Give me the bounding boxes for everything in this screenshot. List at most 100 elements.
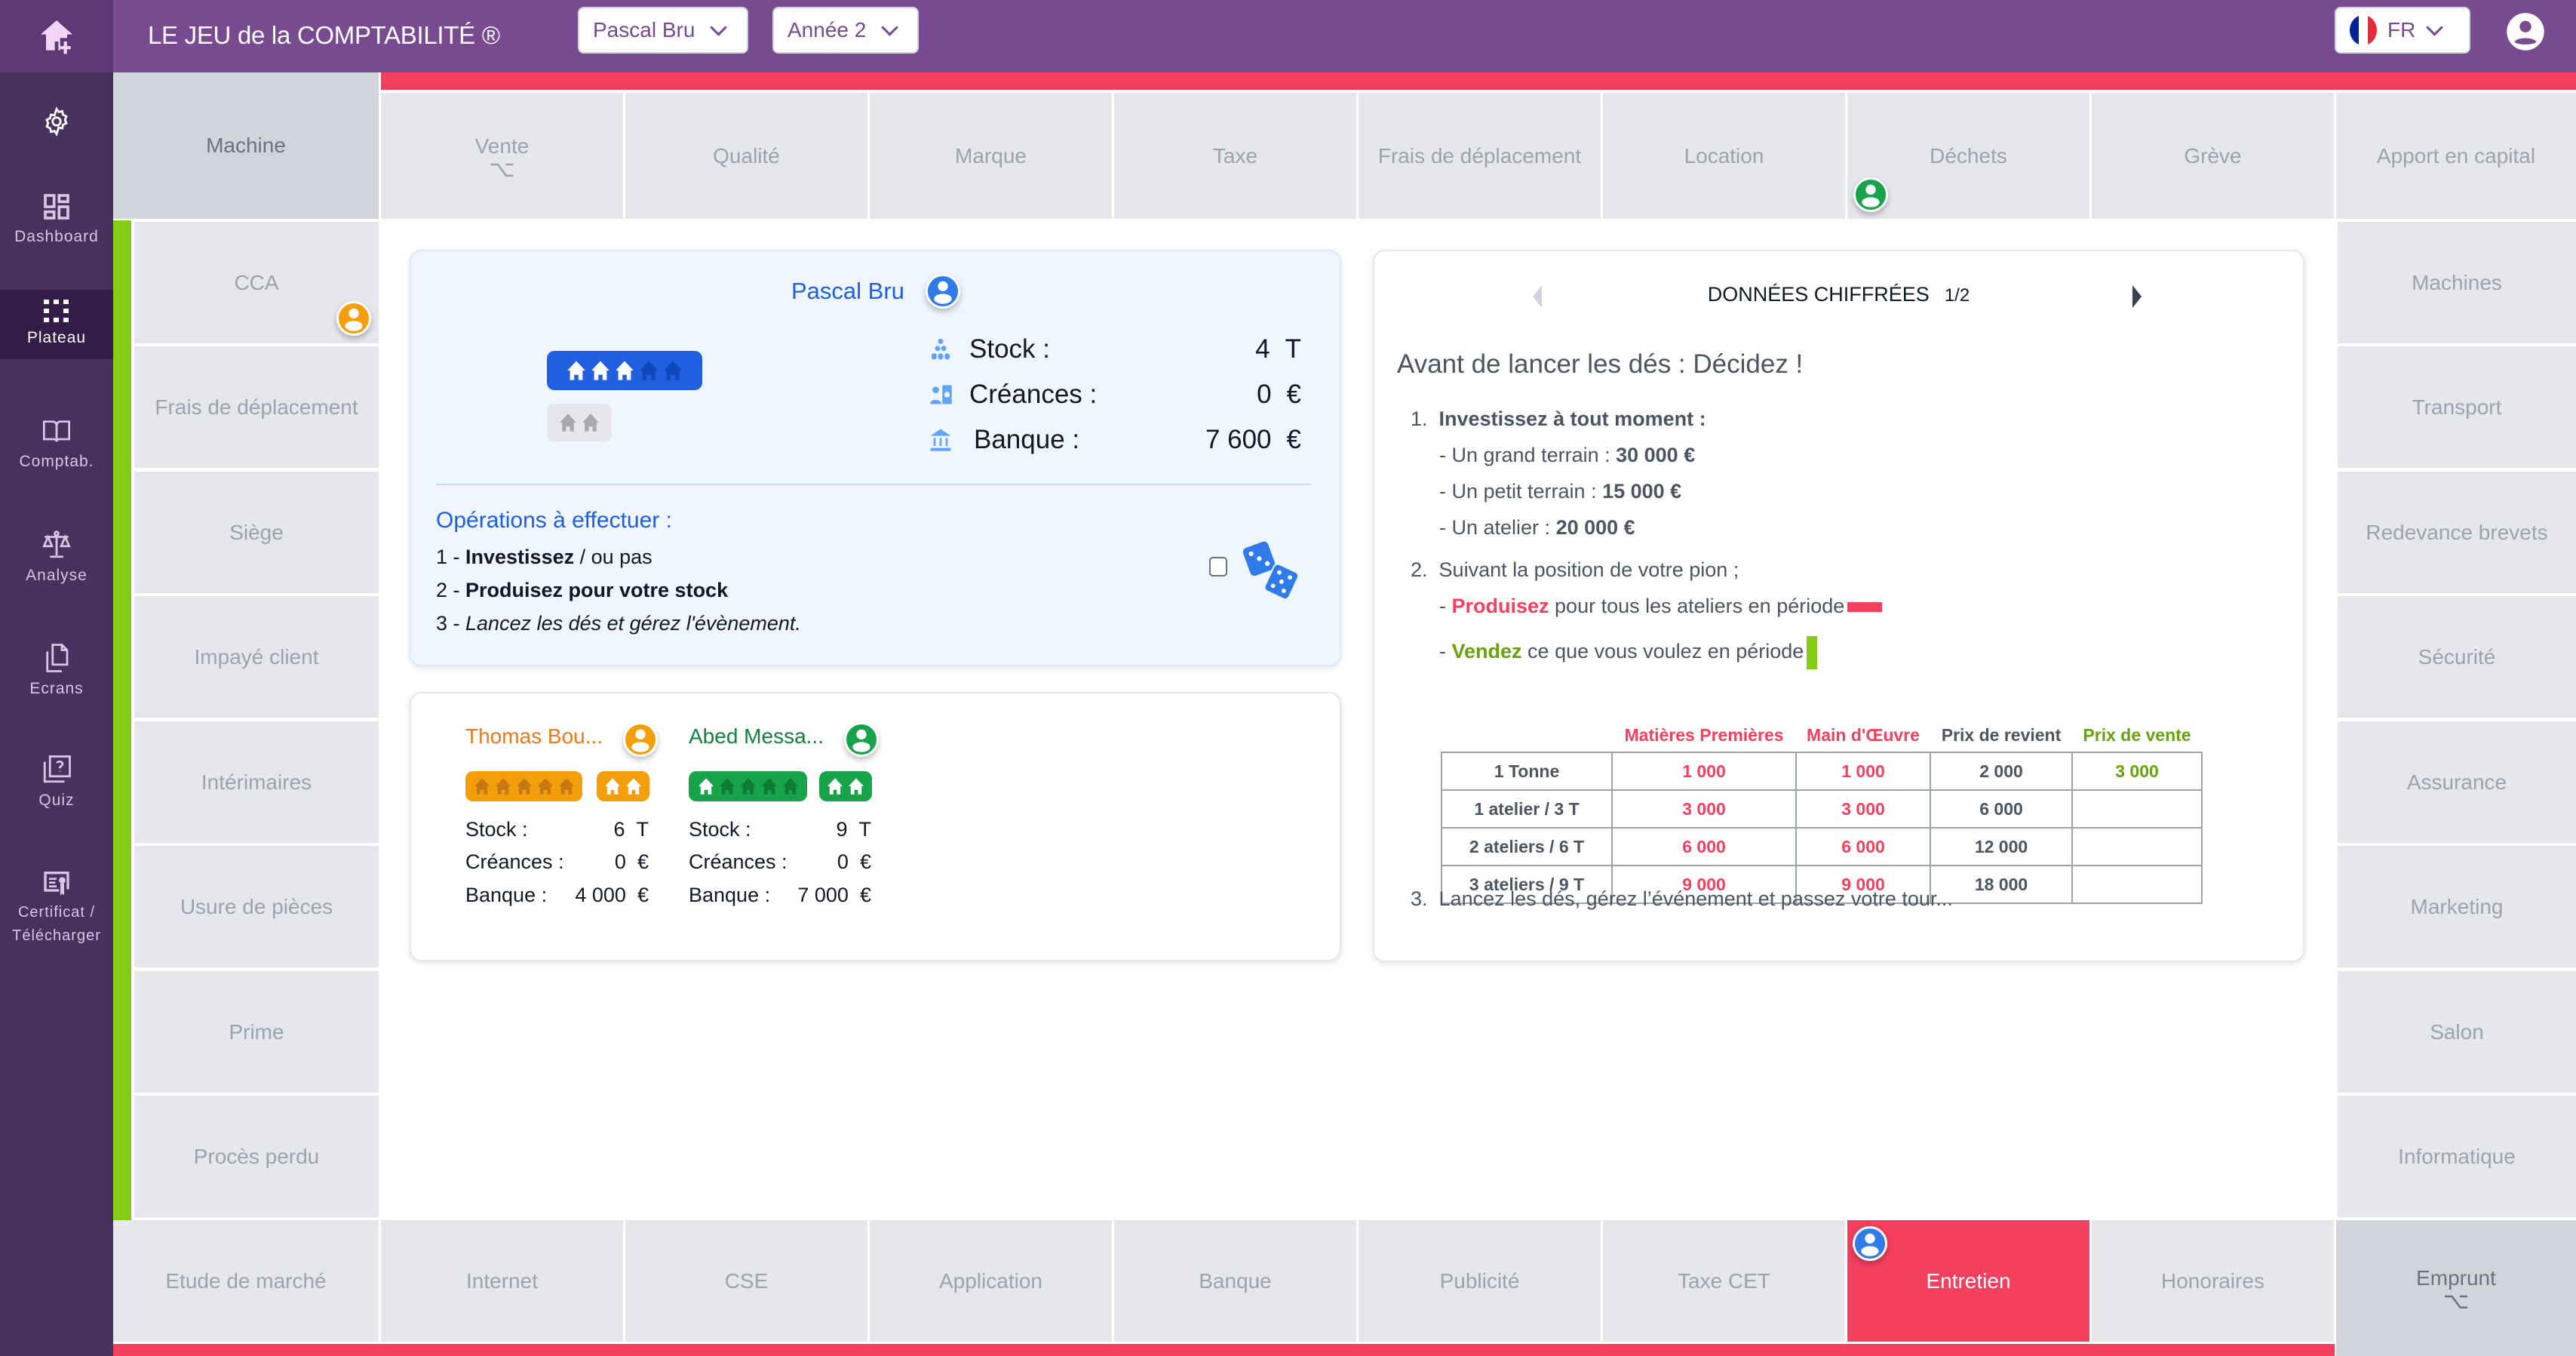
board-cell-etude-marche[interactable]: Etude de marché	[113, 1220, 379, 1342]
board-cell-cse[interactable]: CSE	[625, 1220, 867, 1342]
board-cell-vente[interactable]: Vente ⌥	[381, 93, 623, 219]
board-cell-siege[interactable]: Siège	[134, 472, 379, 593]
stock-value-abed: 9 T	[784, 818, 871, 841]
board-cell-emprunt[interactable]: Emprunt ⌥	[2336, 1220, 2576, 1356]
produce-rest: pour tous les ateliers en période	[1549, 595, 1845, 617]
board-cell-frais-deplacement-left[interactable]: Frais de déplacement	[134, 346, 379, 468]
inv-value: 30 000 €	[1616, 444, 1696, 466]
sidebar-item-quiz[interactable]: Quiz	[0, 738, 113, 829]
board-cell-apport-capital[interactable]: Apport en capital	[2336, 93, 2576, 219]
banque-label: Banque :	[974, 425, 1080, 454]
grid-dots-icon	[44, 300, 69, 322]
sidebar-label: Plateau	[26, 329, 87, 346]
cell-label: CCA	[234, 270, 279, 294]
current-player-avatar	[926, 274, 960, 309]
board-cell-redevance-brevets[interactable]: Redevance brevets	[2338, 472, 2576, 593]
cell-label: CSE	[724, 1268, 769, 1293]
cell-label: Frais de déplacement	[1377, 143, 1582, 168]
board-cell-impaye-client[interactable]: Impayé client	[134, 596, 379, 718]
sidebar-item-comptab[interactable]: Comptab.	[0, 400, 113, 490]
cell-label: Frais de déplacement	[155, 395, 358, 419]
board-cell-taxe[interactable]: Taxe	[1114, 93, 1356, 219]
sidebar-item-ecrans[interactable]: Ecrans	[0, 626, 113, 717]
board-cell-machines[interactable]: Machines	[2338, 222, 2576, 343]
year-select[interactable]: Année 2	[772, 7, 919, 54]
user-account-button[interactable]	[2503, 9, 2548, 54]
table-header: Prix de revient	[1941, 725, 2062, 745]
board-cell-prime[interactable]: Prime	[134, 971, 379, 1093]
home-button[interactable]	[0, 0, 113, 72]
board-cell-taxe-cet[interactable]: Taxe CET	[1603, 1220, 1845, 1342]
board-cell-marque[interactable]: Marque	[870, 93, 1112, 219]
house-icon	[827, 778, 843, 795]
board-cell-assurance[interactable]: Assurance	[2338, 721, 2576, 843]
sidebar-item-analyse[interactable]: Analyse	[0, 513, 113, 604]
option-key-icon: ⌥	[489, 156, 515, 182]
certificate-icon	[44, 872, 69, 896]
info-panel-title: DONNÉES CHIFFRÉES 1/2	[1374, 283, 2303, 306]
inv-label: - Un grand terrain :	[1439, 444, 1617, 466]
table-row: 1 atelier / 3 T 3 000 3 000 6 000	[1441, 789, 2203, 829]
next-page-button[interactable]	[2132, 285, 2142, 308]
board-cell-securite[interactable]: Sécurité	[2338, 596, 2576, 718]
board-cell-transport[interactable]: Transport	[2338, 346, 2576, 468]
creances-value-abed: 0 €	[784, 850, 871, 874]
table-cell	[2071, 827, 2203, 866]
dice-icon[interactable]	[1241, 538, 1301, 603]
pawn-thomas[interactable]	[336, 301, 371, 336]
board-cell-greve[interactable]: Grève	[2092, 93, 2334, 219]
board-cell-usure-pieces[interactable]: Usure de pièces	[134, 846, 379, 967]
year-select-value: Année 2	[788, 18, 867, 42]
cell-label: Qualité	[713, 143, 780, 168]
cell-label: Taxe CET	[1678, 1268, 1770, 1293]
cell-label: Honoraires	[2161, 1268, 2264, 1293]
board-cell-location[interactable]: Location	[1603, 93, 1845, 219]
table-cell	[2071, 865, 2203, 904]
op-num: 2 -	[436, 579, 466, 601]
other-players-card: Thomas Bou... Stock : 6 T Créances : 0 €…	[410, 692, 1341, 961]
person-icon	[631, 729, 649, 752]
board-cell-proces-perdu[interactable]: Procès perdu	[134, 1096, 379, 1217]
sidebar-item-plateau[interactable]: Plateau	[0, 290, 113, 359]
produce-bold: Produisez	[1451, 595, 1549, 617]
language-select[interactable]: FR	[2335, 7, 2470, 54]
pawn-abed[interactable]	[1853, 177, 1888, 212]
player-select[interactable]: Pascal Bru	[578, 7, 748, 54]
banque-value-abed: 7 000 €	[769, 884, 871, 907]
player-name-thomas: Thomas Bou...	[465, 724, 603, 748]
banque-value-row: 7 600 €	[1135, 425, 1301, 455]
op-italic: Lancez les dés et gérez l'évènement.	[465, 612, 801, 635]
board-cell-interimaires[interactable]: Intérimaires	[134, 721, 379, 843]
board-cell-publicite[interactable]: Publicité	[1359, 1220, 1601, 1342]
operation-item: 1 - Investissez / ou pas	[436, 546, 652, 569]
board-cell-application[interactable]: Application	[870, 1220, 1112, 1342]
table-cell: 1 Tonne	[1441, 752, 1613, 791]
house-icon	[558, 778, 574, 795]
board-cell-marketing[interactable]: Marketing	[2338, 846, 2576, 967]
sidebar-item-certificat[interactable]: Certificat / Télécharger	[0, 851, 113, 964]
sidebar-item-settings[interactable]	[0, 91, 113, 155]
pawn-pascal[interactable]	[1853, 1226, 1887, 1261]
stock-label-thomas: Stock :	[465, 818, 528, 841]
stock-icon	[932, 338, 950, 360]
cell-label: Usure de pièces	[180, 894, 333, 918]
board-cell-honoraires[interactable]: Honoraires	[2092, 1220, 2334, 1342]
cell-label: Marketing	[2410, 894, 2504, 918]
board-cell-machine[interactable]: Machine	[113, 72, 379, 219]
table-header: Matières Premières	[1624, 725, 1784, 745]
operations-done-checkbox[interactable]	[1209, 557, 1227, 577]
board-cell-salon[interactable]: Salon	[2338, 971, 2576, 1093]
board-cell-internet[interactable]: Internet	[381, 1220, 623, 1342]
table-cell: 1 atelier / 3 T	[1441, 789, 1613, 829]
stock-value-thomas: 6 T	[562, 818, 649, 841]
value: 6	[613, 818, 625, 841]
board-cell-informatique[interactable]: Informatique	[2338, 1096, 2576, 1217]
board-cell-banque[interactable]: Banque	[1114, 1220, 1356, 1342]
inv-label: - Un petit terrain :	[1439, 480, 1603, 503]
op-bold: Produisez pour votre stock	[465, 579, 729, 601]
house-icon	[761, 778, 777, 795]
sidebar-item-dashboard[interactable]: Dashboard	[0, 175, 113, 266]
board-cell-qualite[interactable]: Qualité	[625, 93, 867, 219]
sidebar-label: Analyse	[26, 567, 88, 584]
board-cell-frais-deplacement[interactable]: Frais de déplacement	[1359, 93, 1601, 219]
